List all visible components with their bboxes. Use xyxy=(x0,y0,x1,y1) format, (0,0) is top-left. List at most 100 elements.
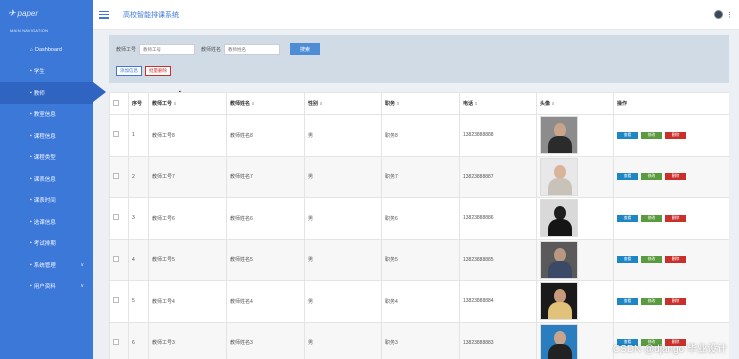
delete-button[interactable]: 删除 xyxy=(665,131,686,139)
sidebar-item-label: 课程信息 xyxy=(33,133,56,140)
search-button[interactable]: 搜索 xyxy=(290,43,321,55)
cell-phone: 13823888887 xyxy=(459,155,537,198)
table-row: 5 教师工号4 教师姓名4 男 职务4 13823888884 查看 修改 删除 xyxy=(109,280,729,323)
cell-actions: 查看 修改 删除 xyxy=(613,197,729,240)
column-header[interactable]: 性别 ⇕ xyxy=(304,92,382,115)
app-title: 高校智能排课系统 xyxy=(123,11,179,19)
view-button[interactable]: 查看 xyxy=(617,214,638,222)
row-checkbox[interactable] xyxy=(109,280,129,323)
home-icon: ⌂ xyxy=(30,46,34,53)
sidebar-item-course-types[interactable]: ▪ 课程类型 xyxy=(0,147,93,169)
column-header[interactable]: 职务 ⇕ xyxy=(381,92,460,115)
cell-phone: 13823888883 xyxy=(459,321,537,359)
edit-button[interactable]: 修改 xyxy=(641,256,662,264)
cell-phone: 13823888888 xyxy=(459,114,537,157)
delete-button[interactable]: 删除 xyxy=(665,297,686,305)
sidebar-item-courses[interactable]: ▪ 课程信息 xyxy=(0,125,93,147)
column-header[interactable]: 电话 ⇕ xyxy=(459,92,537,115)
sidebar-item-classrooms[interactable]: ▪ 教室信息 xyxy=(0,104,93,126)
sidebar-item-exams[interactable]: ▪ 考试排期 xyxy=(0,233,93,255)
menu-toggle-icon[interactable] xyxy=(99,10,109,19)
cell-avatar xyxy=(536,155,614,198)
top-right-controls: ⋮ xyxy=(714,10,733,19)
teacher-table: 序号 教师工号 ⇕ 教师姓名 ⇕ 性别 ⇕ 职务 ⇕ 电话 ⇕ 头像 ⇕ 操作 … xyxy=(109,92,729,359)
cell-teacher-id: 教师工号8 xyxy=(148,114,227,157)
cell-gender: 男 xyxy=(304,238,382,281)
cell-no: 5 xyxy=(128,280,149,323)
cell-teacher-id: 教师工号4 xyxy=(148,280,227,323)
sidebar-item-profile[interactable]: ▪ 用户资料 ∨ xyxy=(0,276,93,298)
cell-title: 职务7 xyxy=(381,155,460,198)
column-header: 操作 xyxy=(613,92,729,115)
row-checkbox[interactable] xyxy=(109,321,129,359)
more-icon[interactable]: ⋮ xyxy=(726,11,733,19)
column-header[interactable]: 头像 ⇕ xyxy=(536,92,614,115)
teacher-name-input[interactable] xyxy=(224,43,281,55)
cell-teacher-id: 教师工号6 xyxy=(148,197,227,240)
sidebar-item-dashboard[interactable]: ⌂ Dashboard xyxy=(0,39,93,61)
edit-button[interactable]: 修改 xyxy=(641,131,662,139)
row-checkbox[interactable] xyxy=(109,114,129,157)
cell-teacher-name: 教师姓名8 xyxy=(226,114,305,157)
cell-no: 2 xyxy=(128,155,149,198)
delete-button[interactable]: 删除 xyxy=(665,214,686,222)
cell-teacher-name: 教师姓名4 xyxy=(226,280,305,323)
row-checkbox[interactable] xyxy=(109,197,129,240)
sidebar-item-teachers[interactable]: ▪ 教师 xyxy=(0,82,106,104)
cell-avatar xyxy=(536,197,614,240)
batch-delete-button[interactable]: 批量删除 xyxy=(145,66,171,76)
view-button[interactable]: 查看 xyxy=(617,173,638,181)
cell-teacher-id: 教师工号3 xyxy=(148,321,227,359)
edit-button[interactable]: 修改 xyxy=(641,214,662,222)
row-checkbox[interactable] xyxy=(109,155,129,198)
logo[interactable]: ✈ paper xyxy=(0,0,93,26)
sort-icon: ⇕ xyxy=(551,101,555,106)
sidebar-item-label: 学生 xyxy=(33,69,45,76)
delete-button[interactable]: 删除 xyxy=(665,173,686,181)
cell-teacher-name: 教师姓名7 xyxy=(226,155,305,198)
select-all-checkbox[interactable] xyxy=(109,92,129,115)
sidebar-item-students[interactable]: ▪ 学生 xyxy=(0,61,93,83)
sidebar-item-system[interactable]: ▪ 系统管理 ∨ xyxy=(0,254,93,276)
cell-teacher-id: 教师工号5 xyxy=(148,238,227,281)
teacher-id-input[interactable] xyxy=(139,43,196,55)
grid-icon: ▪ xyxy=(30,261,32,268)
table-row: 1 教师工号8 教师姓名8 男 职务8 13823888888 查看 修改 删除 xyxy=(109,114,729,157)
view-button[interactable]: 查看 xyxy=(617,131,638,139)
cell-no: 6 xyxy=(128,321,149,359)
sidebar-item-label: 课表时间 xyxy=(33,198,56,205)
edit-button[interactable]: 修改 xyxy=(641,173,662,181)
sidebar: ✈ paper MAIN NAVIGATION ⌂ Dashboard ▪ 学生 ▪… xyxy=(0,0,106,359)
table-row: 3 教师工号6 教师姓名6 男 职务6 13823888886 查看 修改 删除 xyxy=(109,197,729,240)
row-checkbox[interactable] xyxy=(109,238,129,281)
avatar xyxy=(540,116,578,155)
column-header[interactable]: 序号 xyxy=(128,92,149,115)
user-avatar[interactable] xyxy=(714,10,723,19)
cell-actions: 查看 修改 删除 xyxy=(613,114,729,157)
avatar xyxy=(540,323,578,359)
cell-title: 职务5 xyxy=(381,238,460,281)
column-header[interactable]: 教师工号 ⇕ xyxy=(148,92,227,115)
cell-no: 4 xyxy=(128,238,149,281)
cell-phone: 13823888886 xyxy=(459,197,537,240)
chevron-down-icon: ∨ xyxy=(80,261,84,268)
add-button[interactable]: 添加信息 xyxy=(116,66,142,76)
logo-text: paper xyxy=(17,8,39,18)
edit-button[interactable]: 修改 xyxy=(641,297,662,305)
grid-icon: ▪ xyxy=(30,132,32,139)
delete-button[interactable]: 删除 xyxy=(665,256,686,264)
column-header[interactable]: 教师姓名 ⇕ xyxy=(226,92,305,115)
view-button[interactable]: 查看 xyxy=(617,297,638,305)
cell-no: 1 xyxy=(128,114,149,157)
view-button[interactable]: 查看 xyxy=(617,256,638,264)
sidebar-item-label: 用户资料 xyxy=(33,284,56,291)
user-icon: ▪ xyxy=(30,283,32,290)
grid-icon: ▪ xyxy=(30,197,32,204)
cell-gender: 男 xyxy=(304,197,382,240)
search-row: 教师工号 教师姓名 搜索 xyxy=(116,43,321,55)
sidebar-item-schedule[interactable]: ▪ 课表信息 xyxy=(0,168,93,190)
sidebar-item-schedule-time[interactable]: ▪ 课表时间 xyxy=(0,190,93,212)
sidebar-item-enrollment[interactable]: ▪ 选课信息 xyxy=(0,211,93,233)
sidebar-item-label: 考试排期 xyxy=(33,241,56,248)
watermark: CSDN @django 毕业设计 xyxy=(612,344,727,355)
